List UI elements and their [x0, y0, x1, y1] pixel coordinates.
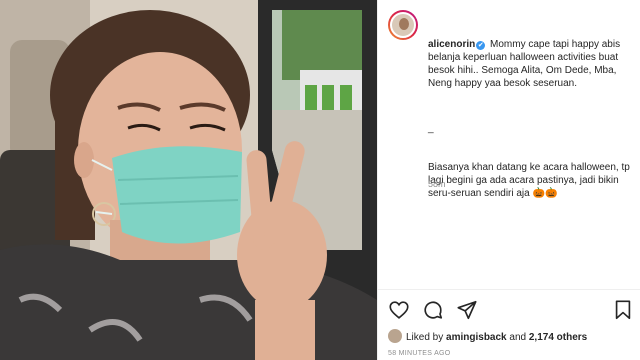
caption-text: alicenorin ✔ Mommy cape tapi happy abis b… [428, 12, 636, 226]
bookmark-icon[interactable] [612, 299, 634, 321]
caption-separator: _ [428, 123, 434, 134]
actions-divider [378, 289, 640, 290]
liked-by-prefix: Liked by [406, 332, 444, 343]
caption-line-2: Biasanya khan datang ke acara halloween,… [428, 162, 633, 199]
author-avatar[interactable] [388, 10, 418, 40]
heart-icon[interactable] [388, 299, 410, 321]
likes-count-link[interactable]: 2,174 others [529, 332, 587, 343]
avatar-photo [390, 12, 416, 38]
likes-summary: Liked by amingisback and 2,174 others [388, 329, 587, 345]
caption-paragraph-1: alicenorin ✔ Mommy cape tapi happy abis b… [428, 38, 636, 90]
caption-paragraph-2: Biasanya khan datang ke acara halloween,… [428, 161, 636, 200]
post-timestamp[interactable]: 58 MINUTES AGO [388, 350, 451, 357]
caption-time-ago: 58m [428, 179, 446, 189]
liked-by-and: and [509, 332, 527, 343]
liked-by-username[interactable]: amingisback [446, 332, 507, 343]
comment-icon[interactable] [422, 299, 444, 321]
post-actions-bar [388, 299, 634, 323]
liker-avatar[interactable] [388, 329, 402, 343]
post-side-panel: alicenorin ✔ Mommy cape tapi happy abis b… [377, 0, 640, 360]
verified-badge-icon: ✔ [476, 41, 486, 50]
pumpkin-emoji-icon: 🎃🎃 [532, 188, 558, 199]
selfie-in-car-image [0, 0, 377, 360]
author-username[interactable]: alicenorin [428, 39, 475, 50]
post-photo[interactable] [0, 0, 377, 360]
share-icon[interactable] [456, 299, 478, 321]
